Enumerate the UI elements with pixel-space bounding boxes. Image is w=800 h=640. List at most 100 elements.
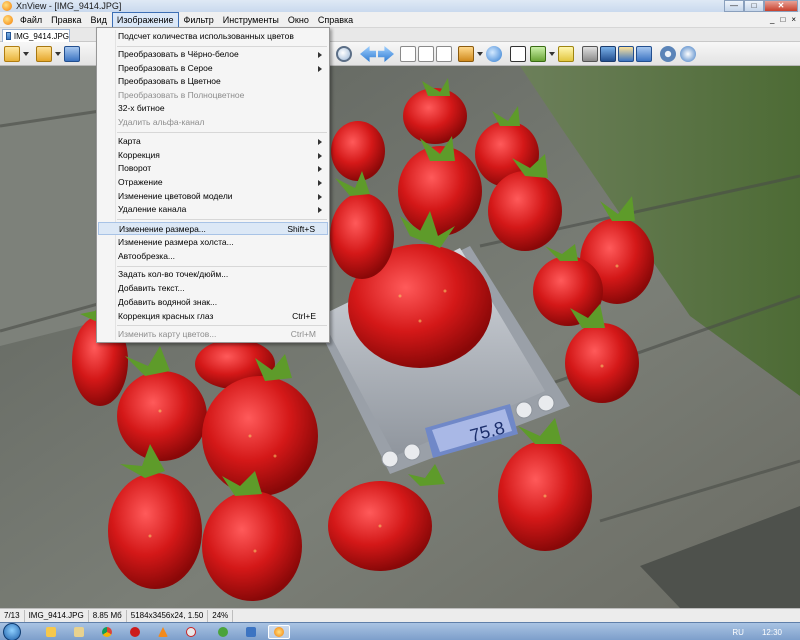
menu-item-convert-gray[interactable]: Преобразовать в Серое bbox=[98, 62, 328, 75]
submenu-arrow-icon bbox=[318, 166, 322, 172]
save-icon bbox=[246, 627, 256, 637]
folder-icon bbox=[74, 627, 84, 637]
menu-image[interactable]: Изображение bbox=[111, 11, 179, 28]
menu-tools[interactable]: Инструменты bbox=[219, 13, 283, 27]
zoom-out-icon[interactable] bbox=[336, 46, 352, 62]
edit-icon[interactable] bbox=[558, 46, 574, 62]
submenu-arrow-icon bbox=[318, 207, 322, 213]
submenu-arrow-icon bbox=[318, 52, 322, 58]
menu-item-map[interactable]: Карта bbox=[98, 135, 328, 148]
taskbar-chrome[interactable] bbox=[96, 625, 118, 639]
previous-icon[interactable] bbox=[360, 46, 376, 62]
menu-edit[interactable]: Правка bbox=[47, 13, 85, 27]
tab-image-file[interactable]: IMG_9414.JPG bbox=[2, 29, 70, 42]
menu-item-remove-alpha: Удалить альфа-канал bbox=[118, 117, 205, 127]
chevron-down-icon[interactable] bbox=[23, 52, 29, 56]
taskbar-yandex[interactable] bbox=[180, 625, 202, 639]
menu-item-count-colors[interactable]: Подсчет количества использованных цветов bbox=[98, 30, 328, 43]
menu-view[interactable]: Вид bbox=[87, 13, 111, 27]
menu-help[interactable]: Справка bbox=[314, 13, 357, 27]
taskbar-vlc[interactable] bbox=[152, 625, 174, 639]
menu-item-autocrop[interactable]: Автообрезка... bbox=[98, 250, 328, 263]
resize-icon[interactable] bbox=[458, 46, 474, 62]
crop-icon[interactable] bbox=[530, 46, 546, 62]
shortcut-label: Shift+S bbox=[287, 224, 315, 234]
menu-item-red-eye[interactable]: Коррекция красных глаз Ctrl+E bbox=[98, 310, 328, 323]
menu-item-add-watermark[interactable]: Добавить водяной знак... bbox=[98, 296, 328, 309]
menu-item-add-text[interactable]: Добавить текст... bbox=[98, 282, 328, 295]
info-icon[interactable] bbox=[680, 46, 696, 62]
document-menu-icon[interactable] bbox=[3, 14, 13, 25]
menu-separator bbox=[117, 266, 327, 267]
submenu-arrow-icon bbox=[318, 66, 322, 72]
submenu-arrow-icon bbox=[318, 194, 322, 200]
shortcut-label: Ctrl+E bbox=[292, 311, 316, 321]
submenu-arrow-icon bbox=[318, 153, 322, 159]
language-indicator[interactable]: RU bbox=[732, 628, 744, 637]
maximize-button[interactable]: □ bbox=[744, 0, 764, 12]
fit-icon[interactable] bbox=[400, 46, 416, 62]
menu-window[interactable]: Окно bbox=[284, 13, 313, 27]
opera-icon bbox=[130, 627, 140, 637]
menu-item-flip[interactable]: Отражение bbox=[98, 176, 328, 189]
close-button[interactable]: ✕ bbox=[764, 0, 798, 12]
mdi-restore-button[interactable]: □ bbox=[780, 15, 785, 24]
menu-item-rotate[interactable]: Поворот bbox=[98, 162, 328, 175]
fullscreen-icon[interactable] bbox=[418, 46, 434, 62]
status-zoom: 24% bbox=[208, 609, 234, 622]
menu-item-resize[interactable]: Изменение размера... Shift+S bbox=[98, 222, 328, 235]
yandex-icon bbox=[186, 627, 196, 637]
clock[interactable]: 12:30 bbox=[762, 628, 782, 637]
chevron-down-icon[interactable] bbox=[55, 52, 61, 56]
save-icon[interactable] bbox=[64, 46, 80, 62]
system-tray: RU 12:30 bbox=[732, 623, 800, 640]
menu-separator bbox=[117, 132, 327, 133]
browse-icon[interactable] bbox=[4, 46, 20, 62]
next-icon[interactable] bbox=[378, 46, 394, 62]
scan-icon[interactable] bbox=[600, 46, 616, 62]
taskbar-save[interactable] bbox=[240, 625, 262, 639]
taskbar-xnview[interactable] bbox=[268, 625, 290, 639]
gear-icon[interactable] bbox=[660, 46, 676, 62]
taskbar-explorer[interactable] bbox=[40, 625, 62, 639]
submenu-arrow-icon bbox=[318, 180, 322, 186]
capture-icon[interactable] bbox=[618, 46, 634, 62]
chevron-down-icon[interactable] bbox=[549, 52, 555, 56]
menu-item-correction[interactable]: Коррекция bbox=[98, 149, 328, 162]
menu-item-convert-truecolor: Преобразовать в Полноцветное bbox=[118, 90, 245, 100]
screenshot-icon[interactable] bbox=[636, 46, 652, 62]
menu-item-32bit[interactable]: 32-х битное bbox=[98, 102, 328, 115]
tab-label: IMG_9414.JPG bbox=[13, 31, 69, 41]
window-controls: — □ ✕ bbox=[724, 0, 798, 12]
compare-icon[interactable] bbox=[510, 46, 526, 62]
menu-separator bbox=[117, 219, 327, 220]
mdi-close-button[interactable]: × bbox=[791, 15, 796, 24]
xnview-app-icon[interactable] bbox=[2, 1, 12, 11]
chrome-icon bbox=[102, 627, 112, 637]
status-bar: 7/13 IMG_9414.JPG 8.85 Мб 5184x3456x24, … bbox=[0, 608, 800, 622]
menu-item-delete-channel[interactable]: Удаление канала bbox=[98, 203, 328, 216]
minimize-button[interactable]: — bbox=[724, 0, 744, 12]
taskbar: RU 12:30 bbox=[0, 622, 800, 640]
start-button[interactable] bbox=[3, 623, 21, 640]
taskbar-opera[interactable] bbox=[124, 625, 146, 639]
utorrent-icon bbox=[218, 627, 228, 637]
menu-item-canvas-size[interactable]: Изменение размера холста... bbox=[98, 236, 328, 249]
taskbar-files[interactable] bbox=[68, 625, 90, 639]
status-image-index: 7/13 bbox=[0, 609, 25, 622]
explorer-icon bbox=[46, 627, 56, 637]
mdi-minimize-button[interactable]: _ bbox=[770, 15, 774, 24]
menu-filter[interactable]: Фильтр bbox=[180, 13, 218, 27]
taskbar-utorrent[interactable] bbox=[212, 625, 234, 639]
rotate-icon[interactable] bbox=[486, 46, 502, 62]
menu-item-set-dpi[interactable]: Задать кол-во точек/дюйм... bbox=[98, 268, 328, 281]
menu-item-color-model[interactable]: Изменение цветовой модели bbox=[98, 190, 328, 203]
chevron-down-icon[interactable] bbox=[477, 52, 483, 56]
menu-item-convert-color[interactable]: Преобразовать в Цветное bbox=[98, 75, 328, 88]
print-icon[interactable] bbox=[582, 46, 598, 62]
image-menu-dropdown: Подсчет количества использованных цветов… bbox=[96, 27, 330, 343]
open-icon[interactable] bbox=[36, 46, 52, 62]
menu-file[interactable]: Файл bbox=[16, 13, 46, 27]
slideshow-icon[interactable] bbox=[436, 46, 452, 62]
menu-item-convert-bw[interactable]: Преобразовать в Чёрно-белое bbox=[98, 48, 328, 61]
